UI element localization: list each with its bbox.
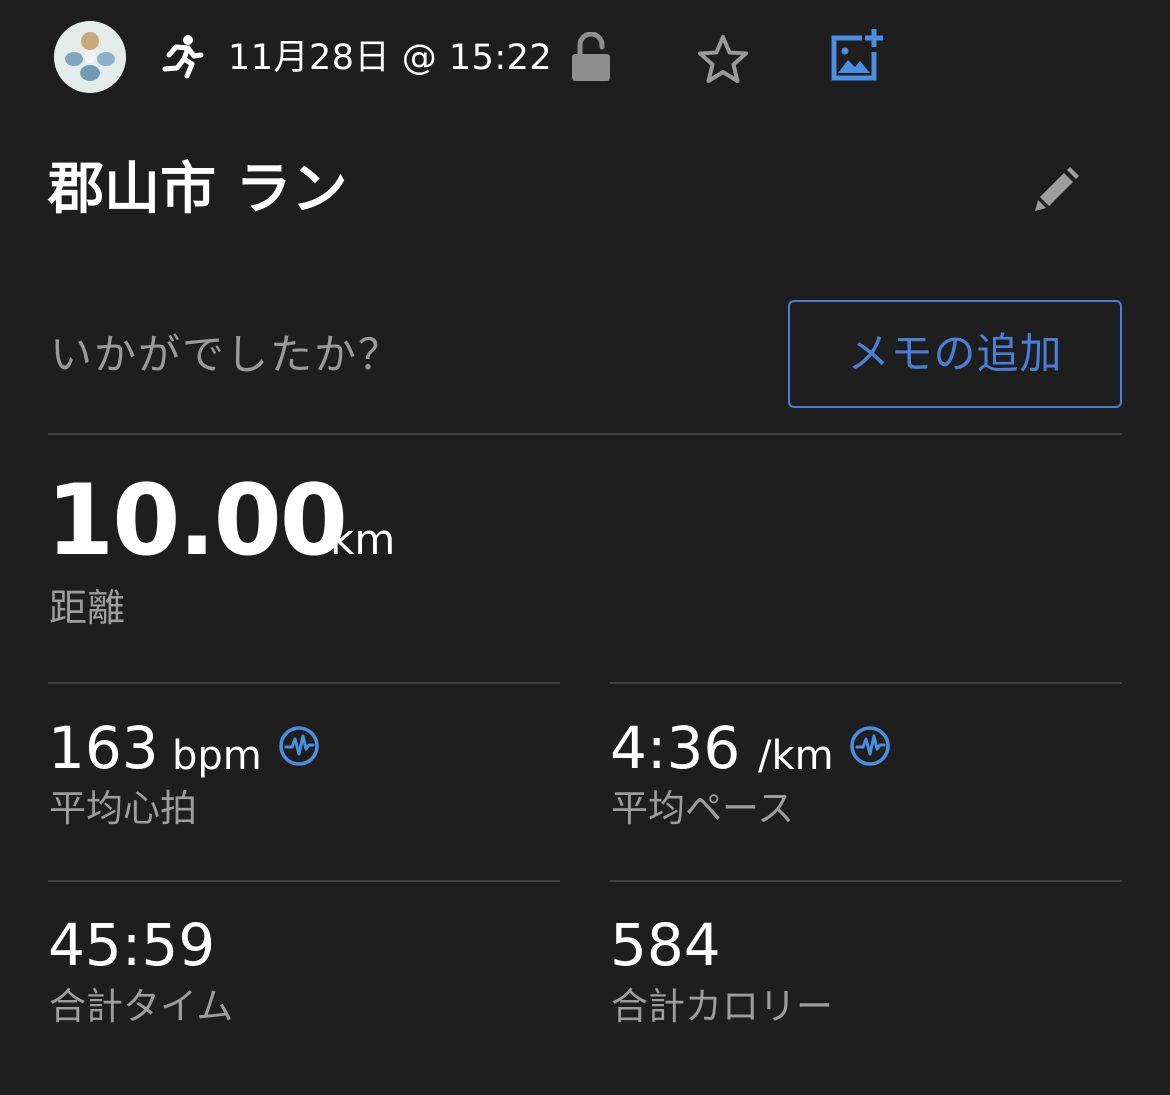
avatar[interactable] [54,21,126,93]
unlock-icon[interactable] [568,31,614,82]
distance-value: 10.00 [46,464,348,578]
avg-pace-label: 平均ペース [611,787,795,830]
divider [610,682,1122,684]
activity-title: 郡山市 ラン [48,157,348,222]
divider [610,880,1122,882]
divider [48,433,1122,435]
pencil-icon[interactable] [1030,164,1082,216]
running-icon [156,33,204,81]
divider [48,880,560,882]
avg-pace-unit: /km [758,733,834,779]
divider [48,682,560,684]
avg-heart-rate-value: 163 [48,714,159,782]
add-memo-button[interactable]: メモの追加 [788,300,1122,408]
heart-rate-icon[interactable] [849,725,891,767]
activity-datetime: 11月28日 @ 15:22 [228,38,553,78]
avg-pace-value: 4:36 [610,714,741,782]
star-icon[interactable] [696,34,750,84]
total-calories-label: 合計カロリー [611,985,833,1028]
total-calories-value: 584 [610,911,721,979]
notes-prompt: いかがでしたか？ [50,330,403,379]
add-photo-icon[interactable] [828,28,884,84]
heart-rate-icon[interactable] [278,725,320,767]
total-time-label: 合計タイム [49,985,234,1028]
avg-heart-rate-unit: bpm [172,733,262,779]
total-time-value: 45:59 [48,911,216,979]
distance-unit: km [330,515,396,564]
avg-heart-rate-label: 平均心拍 [49,787,197,830]
distance-label: 距離 [49,586,126,630]
